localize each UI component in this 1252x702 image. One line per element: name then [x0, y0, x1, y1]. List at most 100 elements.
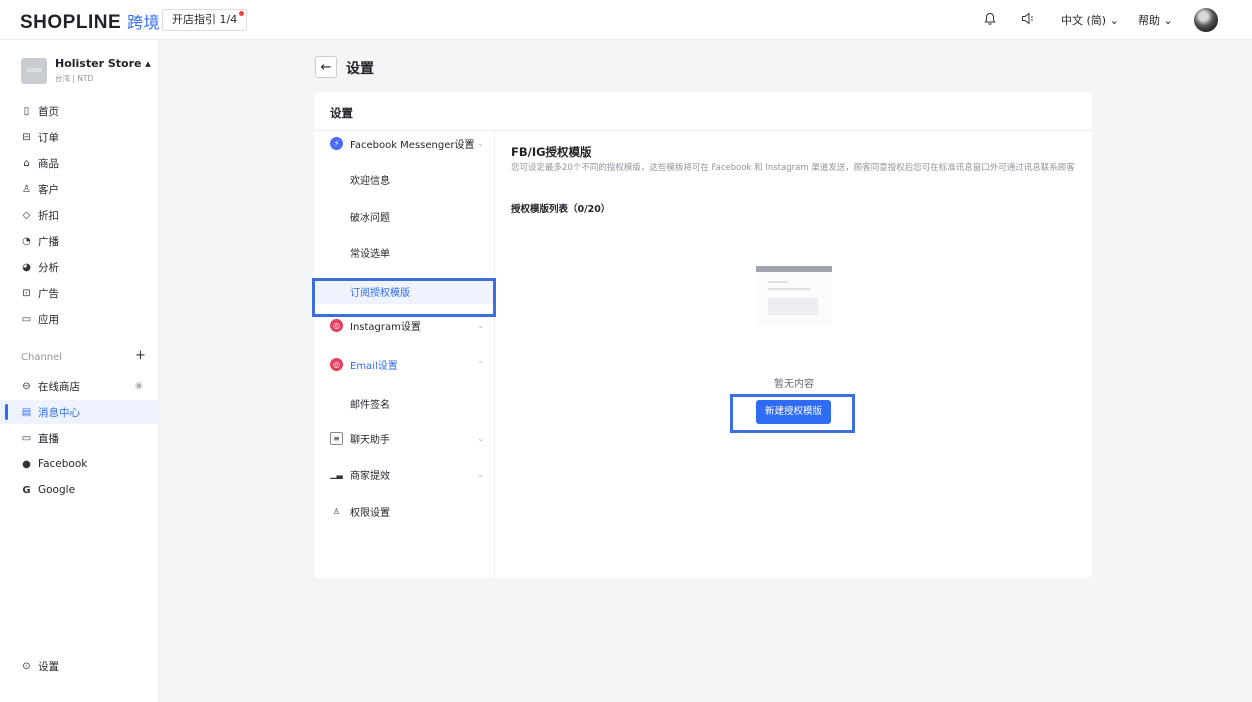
menu-email[interactable]: ◎ Email设置 ⌃: [314, 352, 495, 376]
store-icon: ⊖: [22, 380, 31, 392]
store-guide-button[interactable]: 开店指引 1/4: [162, 9, 248, 31]
menu-facebook-messenger[interactable]: ⚡ Facebook Messenger设置 ⌄: [314, 131, 495, 155]
apps-icon: ▭: [21, 313, 32, 325]
sidebar-item-label: 订单: [38, 131, 59, 144]
menu-label: Instagram设置: [350, 321, 421, 333]
sidebar-item-label: 首页: [38, 105, 59, 118]
menu-email-signature[interactable]: 邮件签名: [314, 391, 495, 415]
dashboard-icon: ▯: [23, 105, 30, 117]
bell-icon[interactable]: [984, 12, 996, 28]
user-permission-icon: ♙: [332, 506, 341, 516]
live-icon: ▭: [21, 432, 32, 444]
menu-welcome-message[interactable]: 欢迎信息: [314, 167, 495, 191]
chart-icon: ▁▃: [330, 469, 343, 479]
tag-icon: ◇: [22, 209, 31, 221]
sidebar-item-discounts[interactable]: ◇ 折扣: [0, 203, 159, 227]
page-title: 设置: [346, 61, 374, 77]
instagram-icon: ◎: [330, 318, 343, 332]
sidebar-item-label: Facebook: [38, 458, 88, 470]
sidebar-item-facebook[interactable]: ● Facebook: [0, 452, 159, 476]
facebook-icon: ●: [22, 458, 31, 470]
menu-subscription-template[interactable]: 订阅授权模版: [314, 278, 495, 304]
chevron-down-icon: ⌄: [477, 320, 484, 330]
menu-permissions[interactable]: ♙ 权限设置: [314, 499, 495, 523]
card-header: 设置: [314, 92, 1092, 131]
sidebar-item-broadcast[interactable]: ◔ 广播: [0, 229, 159, 253]
sidebar-item-label: Google: [38, 484, 76, 496]
order-icon: ⊟: [22, 131, 31, 143]
menu-label: 欢迎信息: [350, 175, 390, 187]
empty-state-text: 暂无内容: [774, 379, 814, 390]
store-guide-label: 开店指引 1/4: [172, 13, 238, 26]
menu-merchant-efficiency[interactable]: ▁▃ 商家提效 ⌄: [314, 462, 495, 486]
brand-sub: 跨境: [127, 15, 161, 32]
sidebar-item-label: 消息中心: [38, 406, 80, 419]
sidebar-item-settings[interactable]: ⊙ 设置: [0, 654, 159, 678]
illustration-header: [756, 266, 832, 272]
sidebar-item-analytics[interactable]: ◕ 分析: [0, 255, 159, 279]
sidebar-item-home[interactable]: ▯ 首页: [0, 99, 159, 123]
menu-label: 权限设置: [350, 507, 390, 519]
menu-label: 聊天助手: [350, 434, 390, 446]
content-title: FB/IG授权模版: [511, 145, 592, 159]
new-template-button[interactable]: 新建授权模版: [756, 400, 831, 424]
menu-icebreaker[interactable]: 破冰问题: [314, 204, 495, 228]
notification-dot: [239, 11, 245, 16]
gear-icon: ⊙: [22, 660, 31, 672]
menu-persistent-menu[interactable]: 常设选单: [314, 240, 495, 264]
channel-section-label: Channel: [21, 352, 63, 363]
sidebar-item-live[interactable]: ▭ 直播: [0, 426, 159, 450]
sidebar-item-customers[interactable]: ♙ 客户: [0, 177, 159, 201]
arrow-left-icon: ←: [320, 59, 332, 75]
chevron-down-icon: ⌄: [477, 469, 484, 479]
broadcast-icon: ◔: [22, 235, 31, 247]
sidebar-item-google[interactable]: G Google: [0, 478, 159, 502]
sidebar-item-label: 商品: [38, 157, 59, 170]
avatar[interactable]: [1194, 8, 1218, 32]
illustration-line: [768, 281, 788, 283]
brand-name: SHOPLINE: [20, 12, 122, 33]
store-switcher[interactable]: LOGO Holister Store ▴ 台湾 | NTD: [21, 55, 151, 85]
settings-menu: ⚡ Facebook Messenger设置 ⌄ 欢迎信息 破冰问题 常设选单 …: [314, 131, 495, 578]
top-bar: SHOPLINE 跨境 开店指引 1/4 中文 (简) ⌄ 帮助 ⌄: [0, 0, 1252, 40]
sidebar-item-orders[interactable]: ⊟ 订单: [0, 125, 159, 149]
empty-state-illustration: [756, 266, 832, 326]
menu-label: 邮件签名: [350, 399, 390, 411]
card-title: 设置: [330, 106, 353, 120]
sidebar-item-ads[interactable]: ⊡ 广告: [0, 281, 159, 305]
chat-icon: ≡: [330, 431, 343, 445]
sidebar-item-apps[interactable]: ▭ 应用: [0, 307, 159, 331]
store-logo: LOGO: [21, 58, 47, 84]
store-name: Holister Store ▴: [55, 57, 151, 70]
add-channel-button[interactable]: +: [135, 348, 146, 363]
sidebar-item-label: 客户: [38, 183, 59, 196]
help-dropdown[interactable]: 帮助 ⌄: [1138, 12, 1173, 28]
illustration-block: [768, 298, 818, 315]
chevron-down-icon: ⌄: [477, 433, 484, 443]
brand-logo[interactable]: SHOPLINE 跨境: [20, 9, 160, 34]
sidebar-item-message-center[interactable]: ▤ 消息中心: [0, 400, 159, 424]
sidebar-item-label: 直播: [38, 432, 59, 445]
menu-instagram[interactable]: ◎ Instagram设置 ⌄: [314, 313, 495, 337]
google-icon: G: [22, 484, 31, 496]
ad-icon: ⊡: [22, 287, 31, 299]
content-description: 您可设定最多20个不同的授权模版，这些模版将可在 Facebook 和 Inst…: [511, 163, 1075, 173]
template-list-title: 授权模版列表（0/20）: [511, 204, 611, 215]
menu-chat-assistant[interactable]: ≡ 聊天助手 ⌄: [314, 426, 495, 450]
back-button[interactable]: ←: [315, 56, 337, 78]
eye-icon[interactable]: ◉: [135, 381, 143, 391]
menu-label: 破冰问题: [350, 212, 390, 224]
menu-label: Email设置: [350, 360, 398, 372]
sidebar-item-products[interactable]: ⌂ 商品: [0, 151, 159, 175]
sidebar-item-label: 在线商店: [38, 380, 80, 393]
sidebar-item-label: 广告: [38, 287, 59, 300]
sidebar-item-label: 应用: [38, 313, 59, 326]
menu-label: Facebook Messenger设置: [350, 139, 475, 151]
bag-icon: ⌂: [23, 157, 30, 169]
language-dropdown[interactable]: 中文 (简) ⌄: [1061, 12, 1119, 28]
menu-label: 商家提效: [350, 470, 390, 482]
illustration-line: [768, 288, 810, 290]
message-icon: ▤: [21, 406, 32, 418]
email-icon: ◎: [330, 357, 343, 371]
announcement-icon[interactable]: [1021, 12, 1035, 28]
